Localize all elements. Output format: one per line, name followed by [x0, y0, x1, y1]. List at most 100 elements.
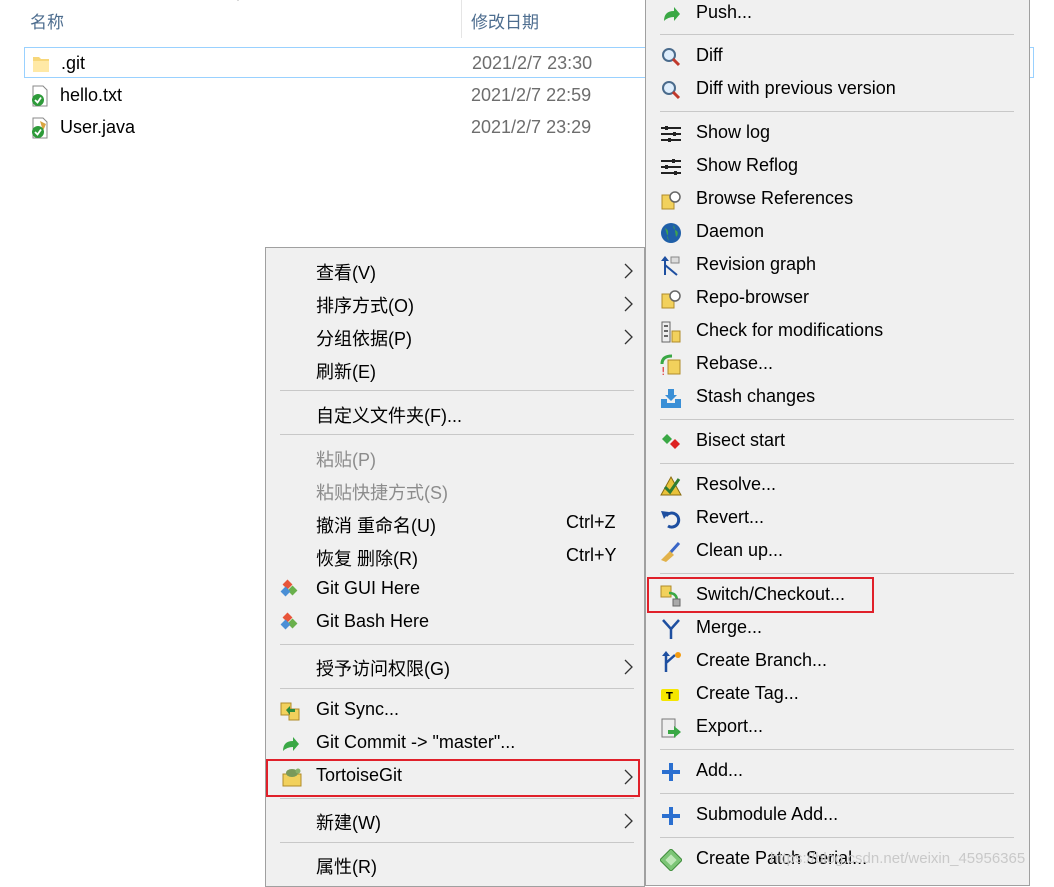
git-sync-icon	[280, 702, 300, 721]
submenu-item-export[interactable]: Export...	[646, 711, 1029, 744]
submenu-item-daemon[interactable]: Daemon	[646, 216, 1029, 249]
submenu-item-resolve[interactable]: Resolve...	[646, 469, 1029, 502]
submenu-item-create-branch[interactable]: Create Branch...	[646, 645, 1029, 678]
menu-item-git-commit[interactable]: Git Commit -> "master"...	[266, 727, 644, 760]
menu-separator	[660, 749, 1014, 750]
menu-item-label: Merge...	[696, 617, 763, 637]
rebase-icon: !	[660, 354, 681, 376]
submenu-arrow-icon	[624, 296, 633, 312]
menu-item-label: Show Reflog	[696, 155, 799, 175]
menu-separator	[280, 390, 634, 391]
revert-icon	[661, 511, 681, 529]
submenu-arrow-icon	[624, 263, 633, 279]
submenu-arrow-icon	[624, 659, 633, 675]
bisect-icon	[662, 434, 680, 449]
svg-text:T: T	[666, 691, 673, 702]
menu-item-group-by[interactable]: 分组依据(P)	[266, 320, 644, 353]
submenu-item-browse-references[interactable]: Browse References	[646, 183, 1029, 216]
menu-item-shortcut: Ctrl+Y	[566, 545, 617, 565]
menu-item-label: 恢复 删除(R)	[316, 549, 418, 569]
menu-item-label: 属性(R)	[316, 857, 377, 877]
menu-item-label: Submodule Add...	[696, 804, 839, 824]
menu-item-label: Bisect start	[696, 430, 786, 450]
submenu-item-rebase[interactable]: ! Rebase...	[646, 348, 1029, 381]
magnifier-icon	[662, 81, 681, 100]
menu-item-label: 粘贴快捷方式(S)	[316, 483, 448, 503]
menu-item-view[interactable]: 查看(V)	[266, 254, 644, 287]
menu-item-label: Revert...	[696, 507, 765, 527]
menu-item-sort-by[interactable]: 排序方式(O)	[266, 287, 644, 320]
menu-separator	[280, 434, 634, 435]
stash-icon	[661, 389, 681, 408]
menu-item-label: Create Tag...	[696, 683, 799, 703]
menu-item-label: 撤消 重命名(U)	[316, 516, 436, 536]
broom-icon	[661, 541, 681, 562]
submenu-item-show-log[interactable]: Show log	[646, 117, 1029, 150]
submenu-item-diff[interactable]: Diff	[646, 40, 1029, 73]
folder-icon	[33, 57, 49, 72]
column-divider[interactable]	[461, 0, 462, 38]
java-file-git-icon	[32, 117, 48, 139]
submenu-item-clean-up[interactable]: Clean up...	[646, 535, 1029, 568]
submenu-item-revision-graph[interactable]: Revision graph	[646, 249, 1029, 282]
highlight-box-switch-checkout	[647, 577, 874, 613]
menu-item-label: 刷新(E)	[316, 362, 376, 382]
menu-separator	[660, 419, 1014, 420]
svg-text:!: !	[661, 365, 665, 376]
file-date: 2021/2/7 23:29	[471, 117, 592, 137]
menu-item-refresh[interactable]: 刷新(E)	[266, 353, 644, 386]
submenu-item-show-reflog[interactable]: Show Reflog	[646, 150, 1029, 183]
menu-separator	[660, 837, 1014, 838]
log-icon	[661, 126, 681, 142]
submenu-item-push[interactable]: Push...	[646, 0, 1029, 30]
menu-item-paste: 粘贴(P)	[266, 441, 644, 474]
submenu-item-revert[interactable]: Revert...	[646, 502, 1029, 535]
menu-item-label: Stash changes	[696, 386, 816, 406]
sort-ascending-icon	[237, 0, 239, 1]
column-name-header[interactable]: 名称	[30, 8, 64, 33]
highlight-box-tortoisegit	[266, 759, 640, 797]
menu-separator	[280, 644, 634, 645]
branch-icon	[662, 651, 681, 672]
file-name: .git	[61, 53, 86, 73]
git-gui-icon	[280, 579, 298, 597]
menu-item-label: 新建(W)	[316, 813, 381, 833]
submenu-item-merge[interactable]: Merge...	[646, 612, 1029, 645]
menu-item-label: 分组依据(P)	[316, 329, 412, 349]
menu-separator	[660, 793, 1014, 794]
menu-item-redo-delete[interactable]: 恢复 删除(R) Ctrl+Y	[266, 540, 644, 573]
submenu-item-add[interactable]: Add...	[646, 755, 1029, 788]
menu-item-properties[interactable]: 属性(R)	[266, 848, 644, 881]
menu-item-git-gui-here[interactable]: Git GUI Here	[266, 573, 644, 606]
submenu-item-check-modifications[interactable]: Check for modifications	[646, 315, 1029, 348]
submenu-item-diff-previous[interactable]: Diff with previous version	[646, 73, 1029, 106]
submenu-item-stash-changes[interactable]: Stash changes	[646, 381, 1029, 414]
menu-item-label: 授予访问权限(G)	[316, 659, 450, 679]
submenu-item-repo-browser[interactable]: Repo-browser	[646, 282, 1029, 315]
menu-item-new[interactable]: 新建(W)	[266, 804, 644, 837]
submenu-item-bisect-start[interactable]: Bisect start	[646, 425, 1029, 458]
submenu-arrow-icon	[624, 329, 633, 345]
menu-item-label: 排序方式(O)	[316, 296, 414, 316]
menu-item-customize-folder[interactable]: 自定义文件夹(F)...	[266, 397, 644, 430]
submenu-item-create-tag[interactable]: T Create Tag...	[646, 678, 1029, 711]
file-name: hello.txt	[60, 85, 123, 105]
file-name: User.java	[60, 117, 136, 137]
menu-item-git-bash-here[interactable]: Git Bash Here	[266, 606, 644, 639]
submenu-arrow-icon	[624, 813, 633, 829]
text-file-git-icon	[32, 85, 48, 107]
menu-separator	[280, 798, 634, 799]
menu-item-undo-rename[interactable]: 撤消 重命名(U) Ctrl+Z	[266, 507, 644, 540]
menu-separator	[660, 34, 1014, 35]
menu-item-give-access[interactable]: 授予访问权限(G)	[266, 650, 644, 683]
submenu-item-submodule-add[interactable]: Submodule Add...	[646, 799, 1029, 832]
resolve-icon	[660, 475, 682, 496]
menu-item-git-sync[interactable]: Git Sync...	[266, 694, 644, 727]
column-date-header[interactable]: 修改日期	[471, 8, 539, 33]
menu-item-label: Revision graph	[696, 254, 817, 274]
commit-arrow-icon	[283, 737, 299, 751]
menu-item-label: Resolve...	[696, 474, 777, 494]
menu-item-label: Diff with previous version	[696, 78, 896, 98]
menu-item-label: Push...	[696, 2, 753, 22]
plus-icon	[662, 807, 680, 825]
